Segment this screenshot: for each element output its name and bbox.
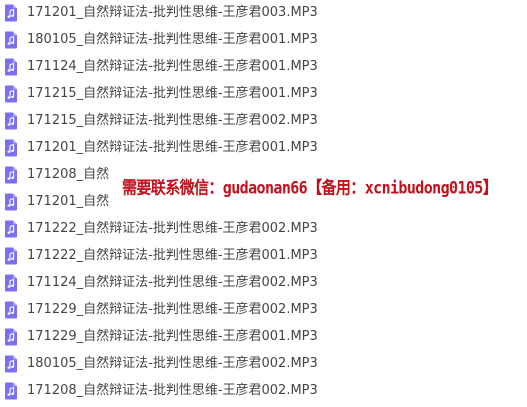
audio-file-icon bbox=[5, 58, 17, 76]
file-name: 171208_自然 bbox=[27, 167, 110, 182]
audio-file-icon bbox=[5, 355, 17, 373]
list-item[interactable]: 171201_自然辩证法-批判性思维-王彦君001.MP3 bbox=[0, 135, 527, 161]
audio-file-icon bbox=[5, 301, 17, 319]
file-name: 171201_自然辩证法-批判性思维-王彦君001.MP3 bbox=[27, 140, 318, 155]
audio-file-icon bbox=[5, 4, 17, 22]
list-item[interactable]: 171222_自然辩证法-批判性思维-王彦君001.MP3 bbox=[0, 243, 527, 269]
file-name: 171208_自然辩证法-批判性思维-王彦君002.MP3 bbox=[27, 383, 318, 398]
audio-file-icon bbox=[5, 193, 17, 211]
list-item[interactable]: 171229_自然辩证法-批判性思维-王彦君002.MP3 bbox=[0, 297, 527, 323]
watermark-text: 需要联系微信：gudaonan66【备用：xcnibudong0105】 bbox=[122, 177, 498, 199]
file-list: 171201_自然辩证法-批判性思维-王彦君003.MP3 180105_自然辩… bbox=[0, 0, 527, 407]
file-name: 171229_自然辩证法-批判性思维-王彦君002.MP3 bbox=[27, 302, 318, 317]
list-item[interactable]: 171201_自然辩证法-批判性思维-王彦君003.MP3 bbox=[0, 0, 527, 26]
list-item[interactable]: 171229_自然辩证法-批判性思维-王彦君001.MP3 bbox=[0, 324, 527, 350]
watermark-banner: 需要联系微信：gudaonan66【备用：xcnibudong0105】 bbox=[120, 173, 498, 203]
list-item[interactable]: 171222_自然辩证法-批判性思维-王彦君002.MP3 bbox=[0, 216, 527, 242]
file-name: 171229_自然辩证法-批判性思维-王彦君001.MP3 bbox=[27, 329, 318, 344]
audio-file-icon bbox=[5, 166, 17, 184]
audio-file-icon bbox=[5, 31, 17, 49]
file-name: 171124_自然辩证法-批判性思维-王彦君002.MP3 bbox=[27, 275, 318, 290]
audio-file-icon bbox=[5, 112, 17, 130]
list-item[interactable]: 171208_自然辩证法-批判性思维-王彦君002.MP3 bbox=[0, 378, 527, 404]
file-name: 171215_自然辩证法-批判性思维-王彦君002.MP3 bbox=[27, 113, 318, 128]
audio-file-icon bbox=[5, 247, 17, 265]
file-name: 171222_自然辩证法-批判性思维-王彦君002.MP3 bbox=[27, 221, 318, 236]
list-item[interactable]: 180105_自然辩证法-批判性思维-王彦君002.MP3 bbox=[0, 351, 527, 377]
file-name: 171201_自然 bbox=[27, 194, 110, 209]
file-name: 171222_自然辩证法-批判性思维-王彦君001.MP3 bbox=[27, 248, 318, 263]
file-name: 171201_自然辩证法-批判性思维-王彦君003.MP3 bbox=[27, 5, 318, 20]
audio-file-icon bbox=[5, 274, 17, 292]
list-item[interactable]: 171124_自然辩证法-批判性思维-王彦君001.MP3 bbox=[0, 54, 527, 80]
file-name: 171215_自然辩证法-批判性思维-王彦君001.MP3 bbox=[27, 86, 318, 101]
file-name: 180105_自然辩证法-批判性思维-王彦君001.MP3 bbox=[27, 32, 318, 47]
audio-file-icon bbox=[5, 328, 17, 346]
audio-file-icon bbox=[5, 139, 17, 157]
list-item[interactable]: 180105_自然辩证法-批判性思维-王彦君001.MP3 bbox=[0, 27, 527, 53]
audio-file-icon bbox=[5, 85, 17, 103]
audio-file-icon bbox=[5, 382, 17, 400]
file-name: 180105_自然辩证法-批判性思维-王彦君002.MP3 bbox=[27, 356, 318, 371]
list-item[interactable]: 171124_自然辩证法-批判性思维-王彦君002.MP3 bbox=[0, 270, 527, 296]
audio-file-icon bbox=[5, 220, 17, 238]
file-name: 171124_自然辩证法-批判性思维-王彦君001.MP3 bbox=[27, 59, 318, 74]
list-item[interactable]: 171215_自然辩证法-批判性思维-王彦君002.MP3 bbox=[0, 108, 527, 134]
list-item[interactable]: 171215_自然辩证法-批判性思维-王彦君001.MP3 bbox=[0, 81, 527, 107]
